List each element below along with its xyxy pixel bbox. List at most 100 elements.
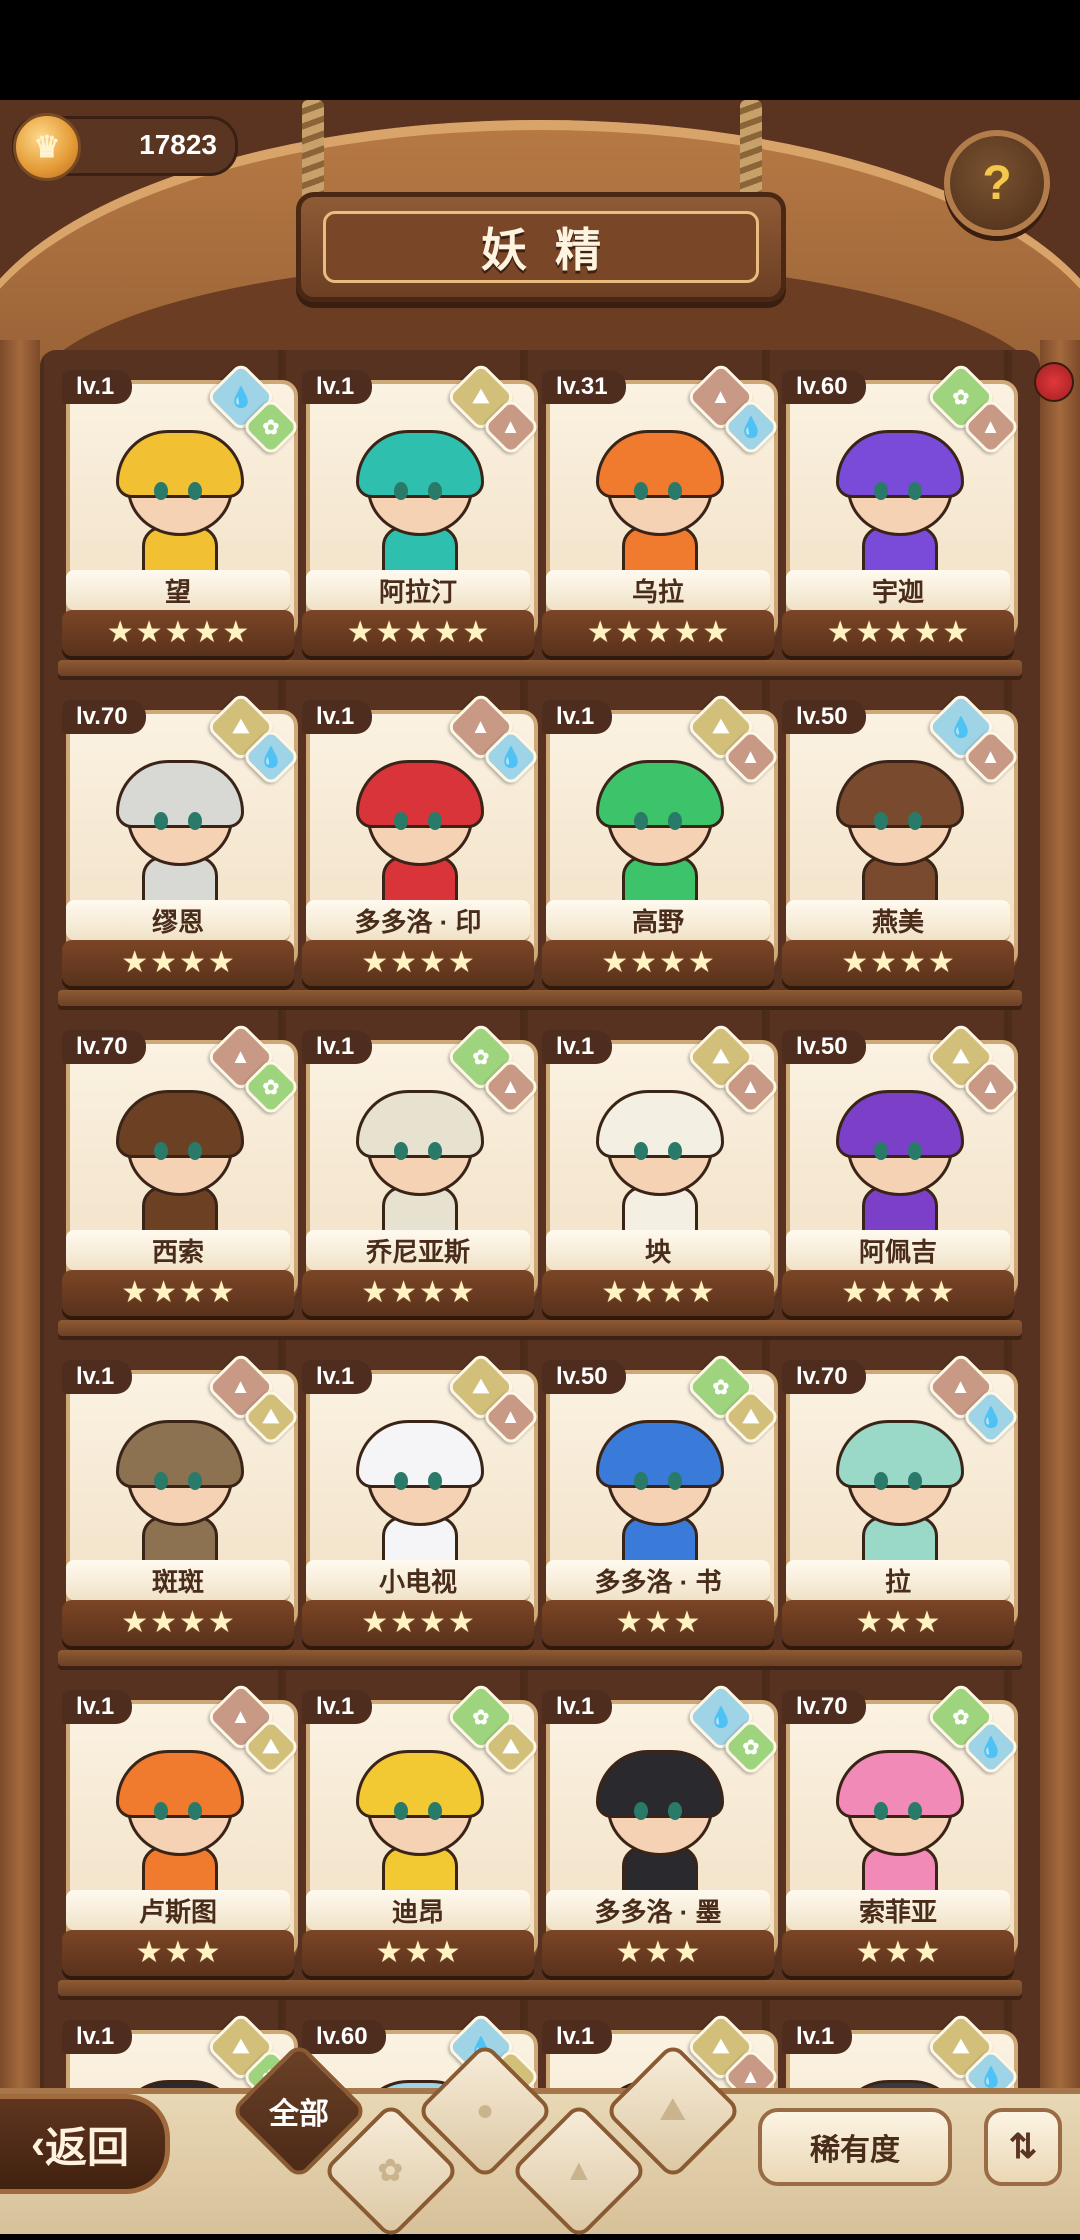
star-icon: ★ <box>659 1276 686 1309</box>
level-badge: lv.1 <box>302 1690 373 1724</box>
lightbulb-icon: ? <box>982 156 1012 210</box>
fairy-card[interactable]: lv.50 ⛰ ▲ 阿佩吉 ★ ★ ★ ★ <box>782 1021 1021 1330</box>
fairy-card[interactable]: lv.60 ✿ ▲ 宇迦 ★ ★ ★ ★ ★ <box>782 361 1021 670</box>
level-badge: lv.1 <box>62 1360 133 1394</box>
fairy-portrait <box>102 1750 252 1896</box>
fairy-card[interactable]: lv.1 ⛰ ▲ 阿拉汀 ★ ★ ★ ★ ★ <box>302 361 541 670</box>
star-icon: ★ <box>419 946 446 979</box>
fairy-card[interactable]: lv.1 ⛰ ▲ 高野 ★ ★ ★ ★ <box>542 691 781 1000</box>
fairy-card[interactable]: lv.70 ▲ 💧 拉 ★ ★ ★ <box>782 1351 1021 1660</box>
title-board: 妖精 <box>296 192 786 302</box>
star-icon: ★ <box>404 616 432 649</box>
sort-rarity-button[interactable]: 稀有度 <box>758 2108 952 2186</box>
star-icon: ★ <box>687 1276 715 1309</box>
level-badge: lv.1 <box>542 1690 613 1724</box>
level-badge: lv.1 <box>302 1030 373 1064</box>
star-icon: ★ <box>375 1936 403 1969</box>
fairy-card[interactable]: lv.1 ▲ 💧 多多洛 · 印 ★ ★ ★ ★ <box>302 691 541 1000</box>
fairy-card[interactable]: lv.70 ▲ ✿ 西索 ★ ★ ★ ★ <box>62 1021 301 1330</box>
star-icon: ★ <box>644 1606 672 1639</box>
fairy-portrait <box>822 1420 972 1566</box>
fairy-card[interactable]: lv.70 ✿ 💧 索菲亚 ★ ★ ★ <box>782 1681 1021 1990</box>
level-badge: lv.1 <box>542 1030 613 1064</box>
star-icon: ★ <box>121 1276 149 1309</box>
fairy-name: 西索 <box>66 1230 290 1270</box>
water-drop-icon: ● <box>475 2094 495 2127</box>
star-icon: ★ <box>870 1276 897 1309</box>
star-icon: ★ <box>375 616 403 649</box>
fairy-card[interactable]: lv.1 ▲ ⛰ 斑斑 ★ ★ ★ ★ <box>62 1351 301 1660</box>
star-icon: ★ <box>164 1936 192 1969</box>
fairy-portrait <box>582 430 732 576</box>
level-badge: lv.70 <box>782 1690 866 1724</box>
star-icon: ★ <box>673 616 701 649</box>
fairy-portrait <box>582 1750 732 1896</box>
star-icon: ★ <box>390 946 417 979</box>
rarity-stars: ★ ★ ★ ★ ★ <box>782 610 1014 656</box>
fairy-portrait <box>822 430 972 576</box>
star-icon: ★ <box>207 1276 235 1309</box>
fairy-name: 迪昂 <box>306 1890 530 1930</box>
fairy-name: 高野 <box>546 900 770 940</box>
fairy-name: 卢斯图 <box>66 1890 290 1930</box>
star-icon: ★ <box>826 616 854 649</box>
fairy-name: 索菲亚 <box>786 1890 1010 1930</box>
fairy-portrait <box>582 760 732 906</box>
star-icon: ★ <box>855 1606 883 1639</box>
rarity-stars: ★ ★ ★ ★ <box>302 1600 534 1646</box>
right-beam <box>1040 340 1080 2190</box>
star-icon: ★ <box>615 616 643 649</box>
star-icon: ★ <box>433 1936 461 1969</box>
back-label: 返回 <box>44 2123 129 2171</box>
level-badge: lv.1 <box>542 2020 613 2054</box>
fairy-name: 宇迦 <box>786 570 1010 610</box>
left-beam <box>0 340 40 2190</box>
fairy-card[interactable]: lv.70 ⛰ 💧 缪恩 ★ ★ ★ ★ <box>62 691 301 1000</box>
fairy-card[interactable]: lv.1 ⛰ ▲ 小电视 ★ ★ ★ ★ <box>302 1351 541 1660</box>
back-button[interactable]: ‹ 返回 <box>0 2094 170 2194</box>
fairy-card[interactable]: lv.50 ✿ ⛰ 多多洛 · 书 ★ ★ ★ <box>542 1351 781 1660</box>
fairy-name: 阿拉汀 <box>306 570 530 610</box>
fairy-portrait <box>582 1090 732 1236</box>
earth-icon: ▲ <box>564 2153 594 2187</box>
level-badge: lv.1 <box>782 2020 853 2054</box>
fairy-portrait <box>822 1750 972 1896</box>
rarity-stars: ★ ★ ★ <box>302 1930 534 1976</box>
star-icon: ★ <box>179 1606 206 1639</box>
fairy-name: 乔尼亚斯 <box>306 1230 530 1270</box>
rarity-stars: ★ ★ ★ <box>782 1930 1014 1976</box>
star-icon: ★ <box>193 616 221 649</box>
fairy-card[interactable]: lv.1 ⛰ ▲ 坱 ★ ★ ★ ★ <box>542 1021 781 1330</box>
mountain-icon: ⛰ <box>660 2093 686 2127</box>
level-badge: lv.1 <box>62 370 133 404</box>
star-icon: ★ <box>433 616 461 649</box>
star-icon: ★ <box>586 616 614 649</box>
level-badge: lv.70 <box>62 1030 146 1064</box>
fairy-card[interactable]: lv.1 💧 ✿ 多多洛 · 墨 ★ ★ ★ <box>542 1681 781 1990</box>
star-icon: ★ <box>419 1276 446 1309</box>
help-button[interactable]: ? <box>944 130 1050 236</box>
fairy-card[interactable]: lv.1 💧 ✿ 望 ★ ★ ★ ★ ★ <box>62 361 301 670</box>
fairy-card[interactable]: lv.1 ▲ ⛰ 卢斯图 ★ ★ ★ <box>62 1681 301 1990</box>
currency-display: ♛ 17823 <box>12 113 238 181</box>
star-icon: ★ <box>419 1606 446 1639</box>
rarity-stars: ★ ★ ★ <box>782 1600 1014 1646</box>
star-icon: ★ <box>361 1606 389 1639</box>
fairy-card[interactable]: lv.50 💧 ▲ 燕美 ★ ★ ★ ★ <box>782 691 1021 1000</box>
star-icon: ★ <box>150 946 177 979</box>
fairy-card[interactable]: lv.1 ✿ ▲ 乔尼亚斯 ★ ★ ★ ★ <box>302 1021 541 1330</box>
level-badge: lv.1 <box>302 700 373 734</box>
fairy-portrait <box>342 1420 492 1566</box>
star-icon: ★ <box>927 1276 955 1309</box>
fairy-card[interactable]: lv.1 ✿ ⛰ 迪昂 ★ ★ ★ <box>302 1681 541 1990</box>
rarity-stars: ★ ★ ★ <box>542 1930 774 1976</box>
fairy-name: 小电视 <box>306 1560 530 1600</box>
rarity-stars: ★ ★ ★ ★ <box>302 940 534 986</box>
rarity-stars: ★ ★ ★ ★ <box>302 1270 534 1316</box>
star-icon: ★ <box>673 1936 701 1969</box>
level-badge: lv.1 <box>302 370 373 404</box>
fairy-card[interactable]: lv.31 ▲ 💧 乌拉 ★ ★ ★ ★ ★ <box>542 361 781 670</box>
star-icon: ★ <box>899 946 926 979</box>
sort-order-button[interactable]: ⇅ <box>984 2108 1062 2186</box>
fairy-portrait <box>342 760 492 906</box>
